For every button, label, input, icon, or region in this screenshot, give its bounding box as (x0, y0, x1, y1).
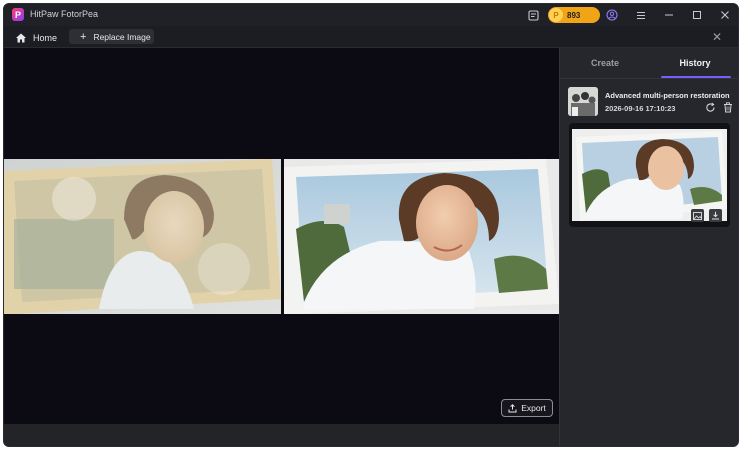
export-icon (508, 403, 517, 412)
title-bar: P HitPaw FotorPea P 893 + (4, 4, 738, 26)
home-icon (16, 33, 26, 42)
tab-close-icon[interactable]: ✕ (710, 30, 724, 44)
close-icon[interactable] (717, 7, 733, 23)
plus-icon: + (80, 30, 87, 43)
restored-image (284, 159, 559, 314)
history-item-timestamp: 2026-09-16 17:10:23 (605, 104, 676, 113)
coin-count: 893 (567, 10, 581, 20)
tab-bar: Home + Replace Image ✕ (4, 26, 738, 48)
tab-history[interactable]: History (650, 48, 738, 78)
side-panel: Create History Advanced multi-person res… (559, 48, 738, 446)
home-button[interactable]: Home (15, 30, 57, 45)
replace-image-label: Replace Image (93, 31, 151, 42)
history-thumbnail[interactable] (568, 87, 598, 116)
feedback-icon[interactable] (525, 7, 541, 23)
status-strip (4, 424, 559, 446)
maximize-icon[interactable] (689, 7, 705, 23)
minimize-icon[interactable] (661, 7, 677, 23)
regenerate-icon[interactable] (704, 101, 716, 113)
history-result-card[interactable] (569, 123, 730, 227)
delete-icon[interactable] (722, 101, 734, 113)
set-as-canvas-icon[interactable] (691, 209, 704, 222)
coin-icon: P (549, 8, 563, 22)
app-logo: P (12, 8, 24, 21)
coin-symbol: P (553, 10, 559, 20)
tab-divider (560, 78, 738, 79)
image-canvas (4, 48, 559, 424)
result-preview-image (572, 129, 727, 221)
original-image (4, 159, 281, 314)
tab-create[interactable]: Create (560, 48, 650, 78)
export-button[interactable]: Export (501, 399, 553, 417)
add-coins-icon[interactable]: + (586, 8, 599, 21)
export-label: Export (521, 403, 546, 413)
home-label: Home (33, 32, 58, 43)
menu-icon[interactable] (633, 7, 649, 23)
app-title: HitPaw FotorPea (30, 9, 99, 19)
download-icon[interactable] (709, 209, 722, 222)
app-logo-letter: P (14, 9, 21, 20)
replace-image-button[interactable]: + Replace Image (69, 29, 154, 44)
history-item-title: Advanced multi-person restoration (605, 91, 730, 100)
app-window: P HitPaw FotorPea P 893 + Home + Replace… (3, 3, 739, 447)
account-icon[interactable] (604, 7, 620, 23)
